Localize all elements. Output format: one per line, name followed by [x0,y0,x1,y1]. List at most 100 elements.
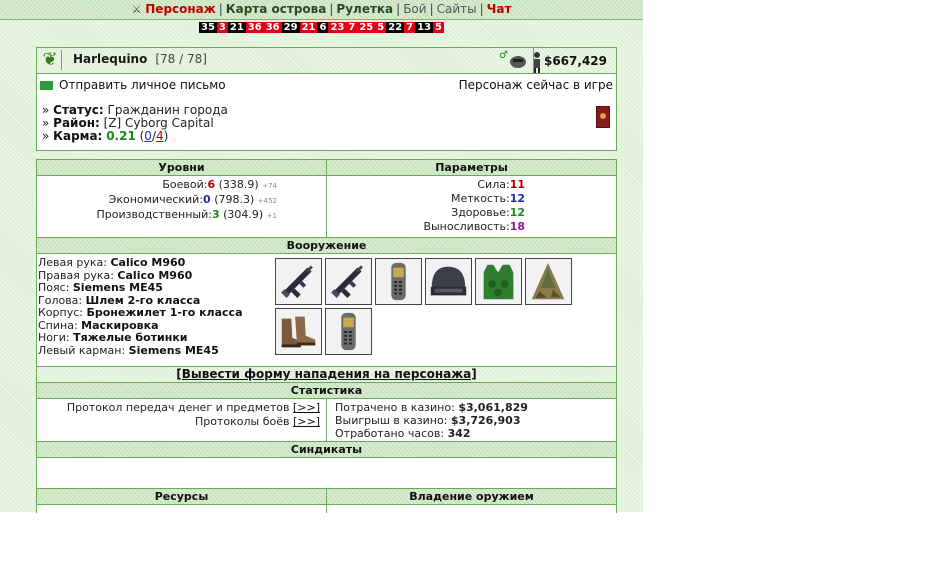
casino-won-row: Выигрыш в казино: $3,726,903 [335,414,605,427]
hours-worked-value: 342 [447,427,471,440]
equipment-slot-label: Правая рука: [38,268,114,282]
passport-icon[interactable] [596,106,610,128]
equipment-item-name[interactable]: Тяжелые ботинки [73,331,187,344]
equipment-slot-label: Левая рука: [38,256,107,269]
karma-label: Карма: [53,129,103,143]
counter-badge: 7 [404,22,416,33]
health: [78 / 78] [155,52,207,66]
level-delta: +1 [266,212,277,220]
rifle-icon[interactable] [275,258,322,305]
nav-battle[interactable]: Бой [403,2,426,16]
equipment-item-name[interactable]: Маскировка [81,319,158,332]
money-protocol-label: Протокол передач денег и предметов [66,401,290,414]
profile-header: ❦ Harlequino [78 / 78] ♂ $667,429 [37,48,616,74]
param-label: Выносливость: [423,220,510,233]
phone-icon[interactable] [375,258,422,305]
param-value: 12 [509,192,525,205]
helmet-status-icon[interactable] [509,53,527,73]
clan-leaf-icon: ❦ [39,50,62,70]
nav-island-map[interactable]: Карта острова [226,2,327,16]
hours-worked-label: Отработано часов: [335,427,445,440]
levels-list: Боевой:6 (338.9) +74 Экономический:0 (798… [37,178,278,223]
equipment-slot-label: Левый карман: [38,343,126,357]
nav-chat[interactable]: Чат [487,2,512,16]
level-label: Производственный: [96,208,212,221]
equipment-item-name[interactable]: Siemens ME45 [73,281,163,294]
counter-badge: 29 [281,22,300,33]
nav-links: ⚔ Персонаж | Карта острова | Рулетка | Бой | Сай… [131,2,512,16]
karma-negative-link[interactable]: 4 [156,129,164,143]
syndicates-body [37,458,616,488]
counter-badge: 35 [198,22,217,33]
counter-badge: 23 [328,22,347,33]
level-experience: (338.9) [218,178,259,191]
male-gender-icon: ♂ [499,50,508,61]
casino-won-value: $3,726,903 [450,414,521,427]
param-row: Сила:11 [327,178,525,192]
send-mail-label[interactable]: Отправить личное письмо [59,78,226,92]
battle-protocol-link[interactable]: [>>] [293,415,320,428]
equipment-row: Левый карман: Siemens ME45 [38,343,243,358]
level-row: Экономический:0 (798.3) +452 [37,193,277,208]
equipment-slot-label: Корпус: [38,306,83,319]
envelope-icon [40,81,53,90]
level-delta: +452 [257,197,277,205]
nav-sites[interactable]: Сайты [437,2,477,16]
battle-protocol-row: Протоколы боёв [>>] [37,415,320,429]
level-experience: (304.9) [223,208,264,221]
param-label: Меткость: [451,192,510,205]
player-name: Harlequino [78 / 78] [73,52,207,66]
counter-badge: 7 [346,22,358,33]
equipment-item-name[interactable]: Calico M960 [110,256,185,269]
equipment-item-name[interactable]: Шлем 2-го класса [86,294,201,307]
casino-spent-value: $3,061,829 [458,401,528,414]
district-value: [Z] Cyborg Capital [103,116,214,130]
hours-worked-row: Отработано часов: 342 [335,427,605,440]
param-label: Здоровье: [451,206,510,219]
vest-icon[interactable] [475,258,522,305]
level-label: Боевой: [162,178,208,191]
counter-badge: 5 [433,22,445,33]
online-status: Персонаж сейчас в игре [458,78,613,92]
money-protocol-link[interactable]: [>>] [293,401,320,414]
equipment-item-name[interactable]: Бронежилет 1-го класса [86,306,242,319]
online-counters: 35 3 21 36 36 29 21 6 23 7 25 5 22 7 13 5 [0,22,643,33]
nav-roulette[interactable]: Рулетка [336,2,393,16]
casino-spent-row: Потрачено в казино: $3,061,829 [335,401,605,414]
weapon-skill-header: Владение оружием [327,489,616,505]
equipment-item-name[interactable]: Calico M960 [117,269,192,282]
equipment-slot-label: Пояс: [38,281,70,294]
equipment-item-name[interactable]: Siemens ME45 [129,344,219,357]
syndicates-header: Синдикаты [37,442,616,458]
nickname: Harlequino [73,52,148,66]
level-delta: +74 [262,182,277,190]
param-value: 11 [509,178,525,191]
counter-badge: 3 [216,22,228,33]
divider [326,399,327,441]
casino-won-label: Выигрыш в казино: [335,414,448,427]
camouflage-icon[interactable] [525,258,572,305]
param-row: Выносливость:18 [327,220,525,234]
levels-header: Уровни [37,160,326,176]
level-experience: (798.3) [214,193,255,206]
send-private-message[interactable]: Отправить личное письмо [40,78,226,92]
equipment-slot-label: Ноги: [38,331,70,344]
level-value: 0 [203,193,211,206]
karma-positive-link[interactable]: 0 [144,129,152,143]
status-value: Гражданин города [107,103,228,117]
equipment-slot-label: Голова: [38,293,83,307]
page-background: ⚔ Персонаж | Карта острова | Рулетка | Бой | Сай… [0,0,643,513]
param-row: Здоровье:12 [327,206,525,220]
helmet-icon[interactable] [425,258,472,305]
boots-icon[interactable] [275,308,322,355]
nav-character[interactable]: Персонаж [145,2,215,16]
counter-badge: 22 [386,22,405,33]
resources-header: Ресурсы [37,489,326,505]
params-header: Параметры [327,160,616,176]
district-label: Район: [53,116,100,130]
phone-icon[interactable] [325,308,372,355]
rifle-icon[interactable] [325,258,372,305]
profile-details: » Статус: Гражданин города » Район: [Z] … [42,104,228,143]
attack-form-link[interactable]: [Вывести форму нападения на персонажа] [176,367,476,381]
counter-badge: 13 [415,22,434,33]
